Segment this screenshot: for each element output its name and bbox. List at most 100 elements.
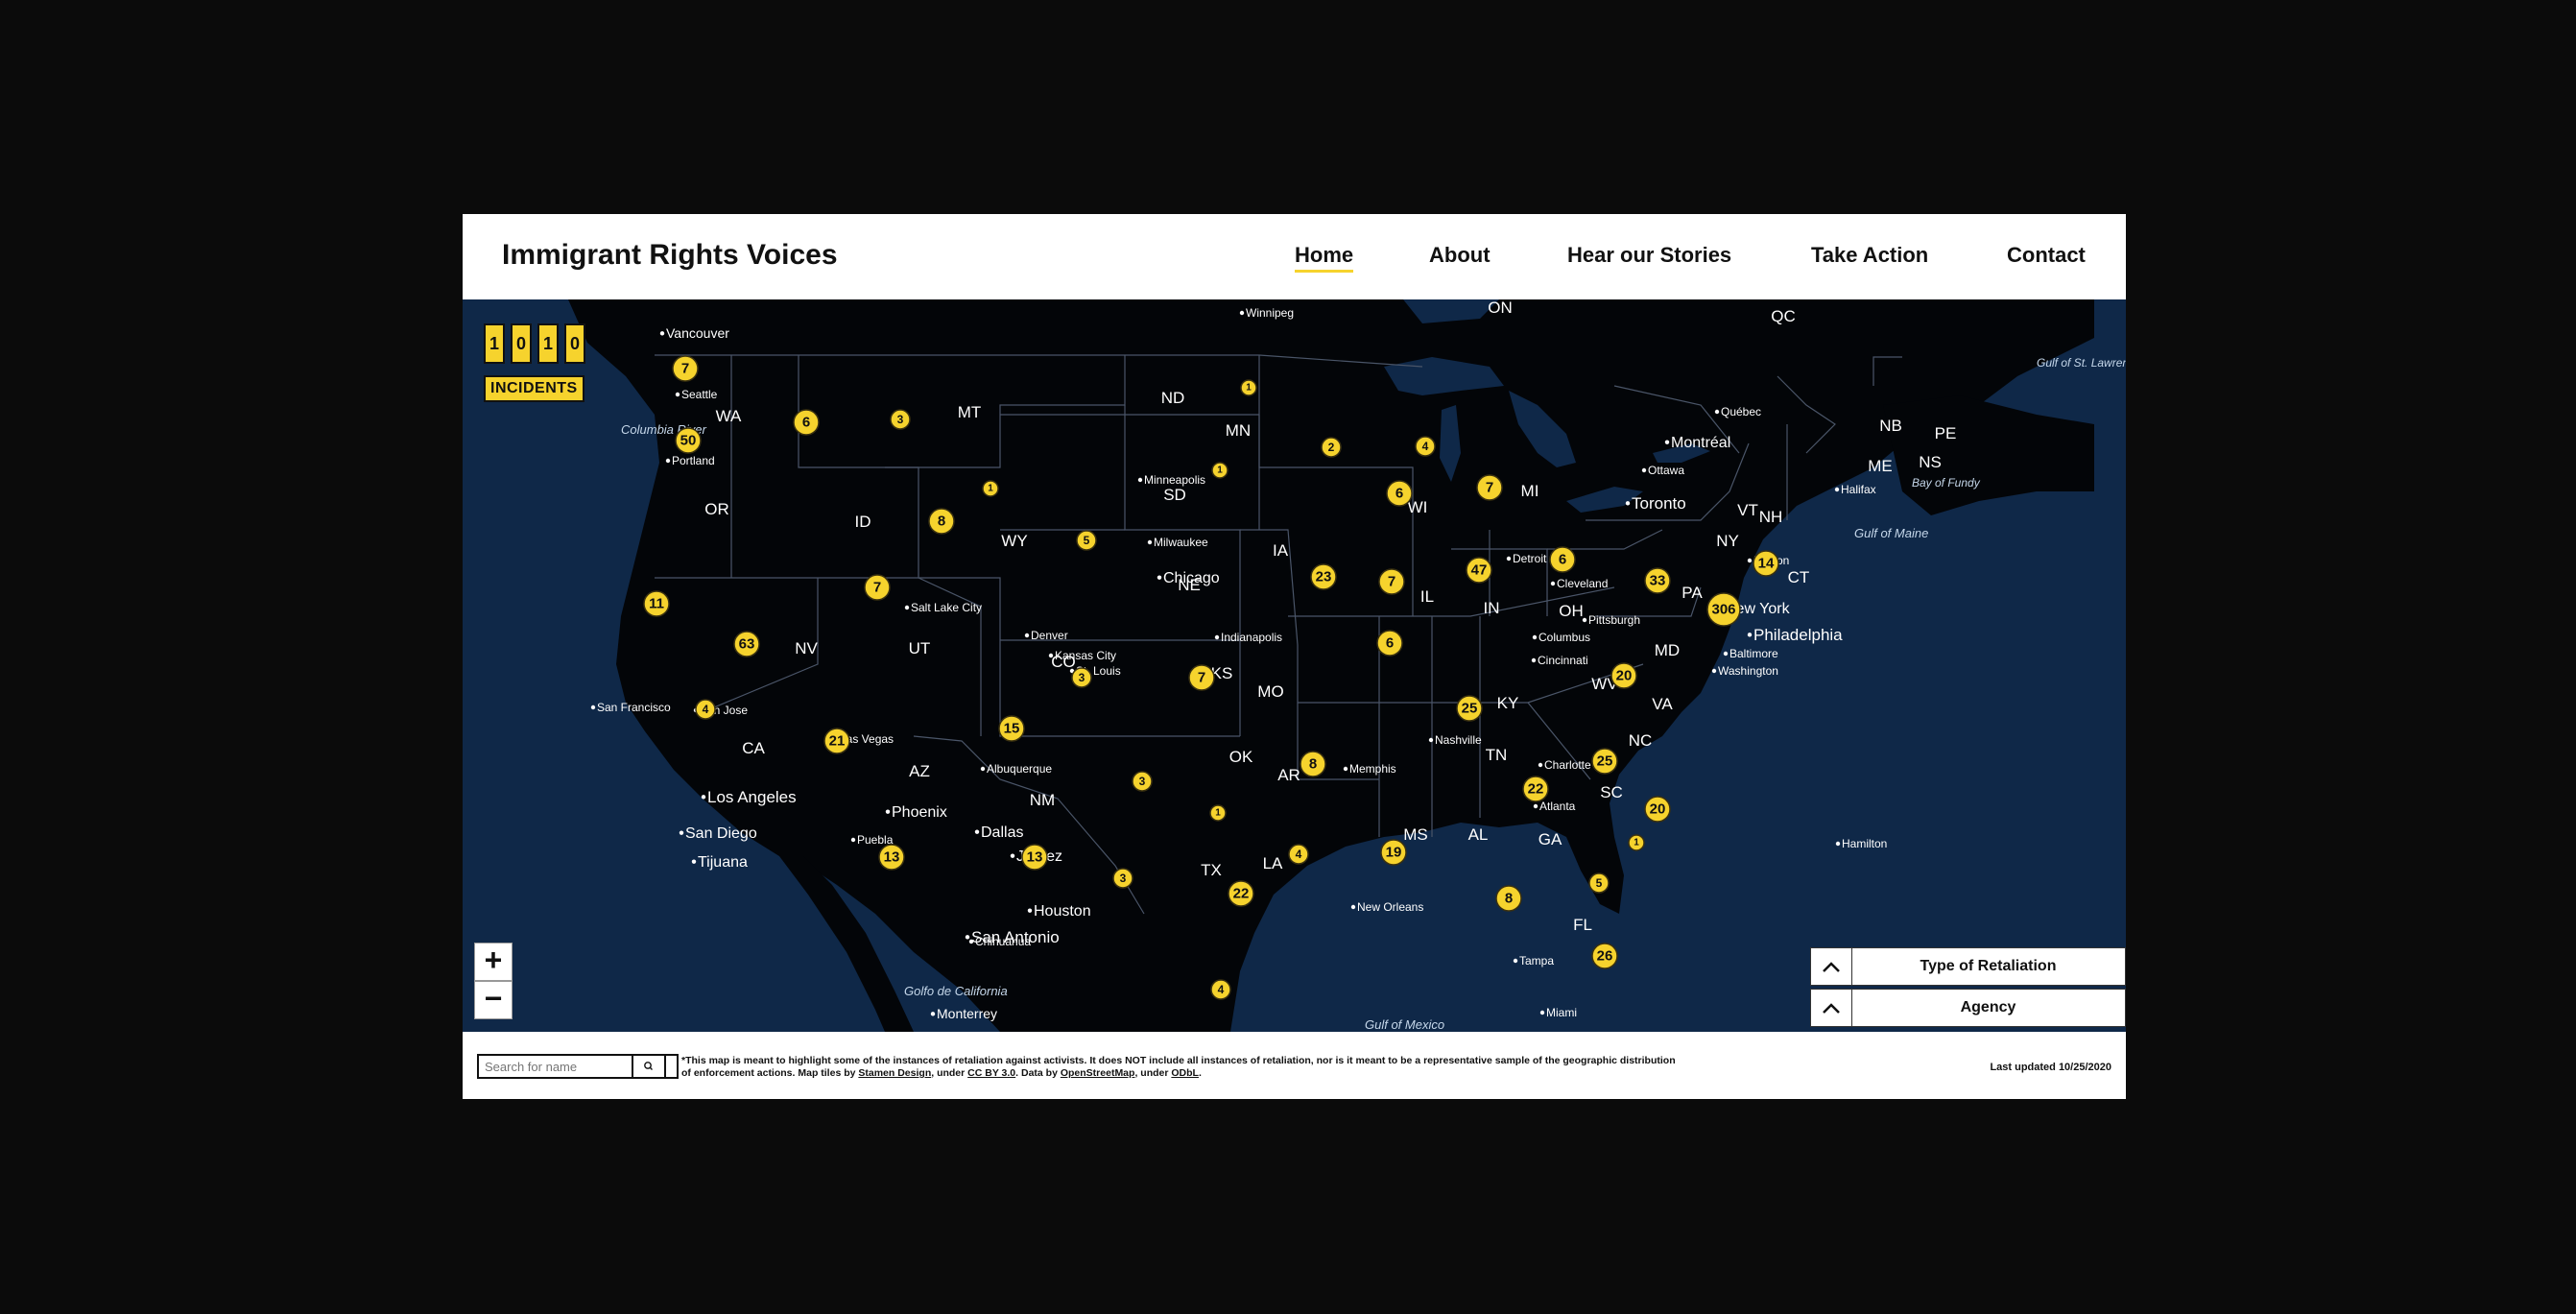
incident-cluster-marker[interactable]: 7 xyxy=(1188,664,1215,691)
incident-cluster-marker[interactable]: 3 xyxy=(1071,667,1092,688)
nav-contact[interactable]: Contact xyxy=(2007,243,2086,268)
city-label: Pittsburgh xyxy=(1582,613,1640,627)
chevron-up-icon[interactable] xyxy=(1811,948,1852,985)
city-label: Milwaukee xyxy=(1147,536,1208,549)
incident-cluster-marker[interactable]: 2 xyxy=(1321,437,1342,458)
stamen-link[interactable]: Stamen Design xyxy=(858,1067,931,1079)
incident-cluster-marker[interactable]: 21 xyxy=(823,728,850,754)
incident-cluster-marker[interactable]: 26 xyxy=(1591,943,1618,969)
city-label: Tijuana xyxy=(691,854,748,871)
incident-cluster-marker[interactable]: 7 xyxy=(1476,474,1503,501)
incident-cluster-marker[interactable]: 1 xyxy=(982,480,999,497)
incident-cluster-marker[interactable]: 4 xyxy=(1288,844,1309,865)
state-label: QC xyxy=(1771,307,1796,325)
incident-cluster-marker[interactable]: 11 xyxy=(643,590,670,617)
nav-about[interactable]: About xyxy=(1429,243,1491,268)
incident-cluster-marker[interactable]: 50 xyxy=(675,427,702,454)
incident-cluster-marker[interactable]: 5 xyxy=(1588,872,1610,894)
incident-cluster-marker[interactable]: 4 xyxy=(695,699,716,720)
filter-type-of-retaliation[interactable]: Type of Retaliation xyxy=(1810,947,2126,986)
svg-text:4: 4 xyxy=(1296,848,1302,861)
state-label: NH xyxy=(1759,508,1783,526)
incident-cluster-marker[interactable]: 20 xyxy=(1644,796,1671,823)
incident-cluster-marker[interactable]: 8 xyxy=(1495,885,1522,912)
incident-cluster-marker[interactable]: 23 xyxy=(1310,563,1337,590)
state-label: AL xyxy=(1468,825,1489,844)
city-label: Albuquerque xyxy=(980,762,1052,776)
incident-cluster-marker[interactable]: 15 xyxy=(998,715,1025,742)
incident-cluster-marker[interactable]: 8 xyxy=(928,508,955,535)
incident-cluster-marker[interactable]: 19 xyxy=(1380,839,1407,866)
state-label: OR xyxy=(704,500,729,518)
incident-cluster-marker[interactable]: 5 xyxy=(1076,530,1097,551)
incident-cluster-marker[interactable]: 6 xyxy=(1386,480,1413,507)
incident-cluster-marker[interactable]: 1 xyxy=(1240,379,1257,396)
svg-text:Kansas City: Kansas City xyxy=(1055,649,1116,662)
state-label: AZ xyxy=(909,762,930,780)
svg-text:14: 14 xyxy=(1758,556,1775,572)
incident-cluster-marker[interactable]: 7 xyxy=(672,355,699,382)
incident-cluster-marker[interactable]: 8 xyxy=(1300,751,1326,777)
incident-cluster-marker[interactable]: 1 xyxy=(1209,804,1227,822)
nav-take-action[interactable]: Take Action xyxy=(1811,243,1928,268)
nav-home[interactable]: Home xyxy=(1295,243,1354,273)
site-title[interactable]: Immigrant Rights Voices xyxy=(502,239,838,272)
incident-cluster-marker[interactable]: 306 xyxy=(1706,592,1741,627)
incident-cluster-marker[interactable]: 22 xyxy=(1522,776,1549,802)
incident-cluster-marker[interactable]: 47 xyxy=(1466,557,1492,584)
incident-cluster-marker[interactable]: 33 xyxy=(1644,567,1671,594)
incident-cluster-marker[interactable]: 3 xyxy=(1132,771,1153,792)
svg-text:1: 1 xyxy=(1217,466,1223,476)
incident-cluster-marker[interactable]: 4 xyxy=(1415,436,1436,457)
zoom-in-button[interactable]: + xyxy=(474,943,513,981)
city-label: Detroit xyxy=(1506,552,1547,565)
svg-text:7: 7 xyxy=(1198,670,1205,686)
incident-map[interactable]: Columbia River Gulf of St. Lawrence Bay … xyxy=(463,299,2126,1032)
incident-cluster-marker[interactable]: 7 xyxy=(864,574,891,601)
city-label: Kansas City xyxy=(1048,649,1116,662)
odbl-link[interactable]: ODbL xyxy=(1171,1067,1199,1079)
city-label: Charlotte xyxy=(1538,758,1591,772)
city-label: San Antonio xyxy=(965,928,1060,946)
incident-cluster-marker[interactable]: 20 xyxy=(1610,662,1637,689)
state-label: MT xyxy=(958,403,982,421)
zoom-out-button[interactable]: − xyxy=(474,981,513,1019)
cc-link[interactable]: CC BY 3.0 xyxy=(967,1067,1015,1079)
incident-cluster-marker[interactable]: 14 xyxy=(1753,550,1779,577)
incident-cluster-marker[interactable]: 13 xyxy=(1021,844,1048,871)
city-label: Puebla xyxy=(850,833,894,847)
filter-label: Agency xyxy=(1960,999,2016,1015)
svg-text:50: 50 xyxy=(680,433,697,449)
nav-hear-our-stories[interactable]: Hear our Stories xyxy=(1567,243,1731,268)
osm-link[interactable]: OpenStreetMap xyxy=(1061,1067,1135,1079)
incident-cluster-marker[interactable]: 1 xyxy=(1628,834,1645,851)
filter-agency[interactable]: Agency xyxy=(1810,989,2126,1027)
incident-cluster-marker[interactable]: 7 xyxy=(1378,568,1405,595)
incident-cluster-marker[interactable]: 13 xyxy=(878,844,905,871)
svg-text:San Francisco: San Francisco xyxy=(597,701,671,714)
incident-cluster-marker[interactable]: 3 xyxy=(890,409,911,430)
incident-cluster-marker[interactable]: 6 xyxy=(1549,546,1576,573)
search-button[interactable] xyxy=(632,1054,666,1079)
incident-cluster-marker[interactable]: 3 xyxy=(1112,868,1133,889)
svg-text:15: 15 xyxy=(1004,721,1020,737)
svg-text:13: 13 xyxy=(1027,849,1043,866)
svg-text:Phoenix: Phoenix xyxy=(892,804,947,821)
incident-cluster-marker[interactable]: 1 xyxy=(1211,462,1228,479)
incident-cluster-marker[interactable]: 25 xyxy=(1591,748,1618,775)
state-label: ID xyxy=(855,513,871,531)
incident-cluster-marker[interactable]: 6 xyxy=(1376,630,1403,657)
incident-cluster-marker[interactable]: 22 xyxy=(1228,880,1254,907)
state-label: PA xyxy=(1682,584,1703,602)
svg-text:Pittsburgh: Pittsburgh xyxy=(1588,613,1640,627)
svg-text:1: 1 xyxy=(988,484,993,494)
incident-cluster-marker[interactable]: 4 xyxy=(1210,979,1231,1000)
state-label: SC xyxy=(1600,783,1623,801)
incident-cluster-marker[interactable]: 6 xyxy=(793,409,820,436)
chevron-up-icon[interactable] xyxy=(1811,990,1852,1026)
state-label: MS xyxy=(1403,825,1428,844)
incident-cluster-marker[interactable]: 25 xyxy=(1456,695,1483,722)
incident-cluster-marker[interactable]: 63 xyxy=(733,631,760,657)
city-label: Nashville xyxy=(1428,733,1482,747)
svg-text:4: 4 xyxy=(1422,440,1429,453)
